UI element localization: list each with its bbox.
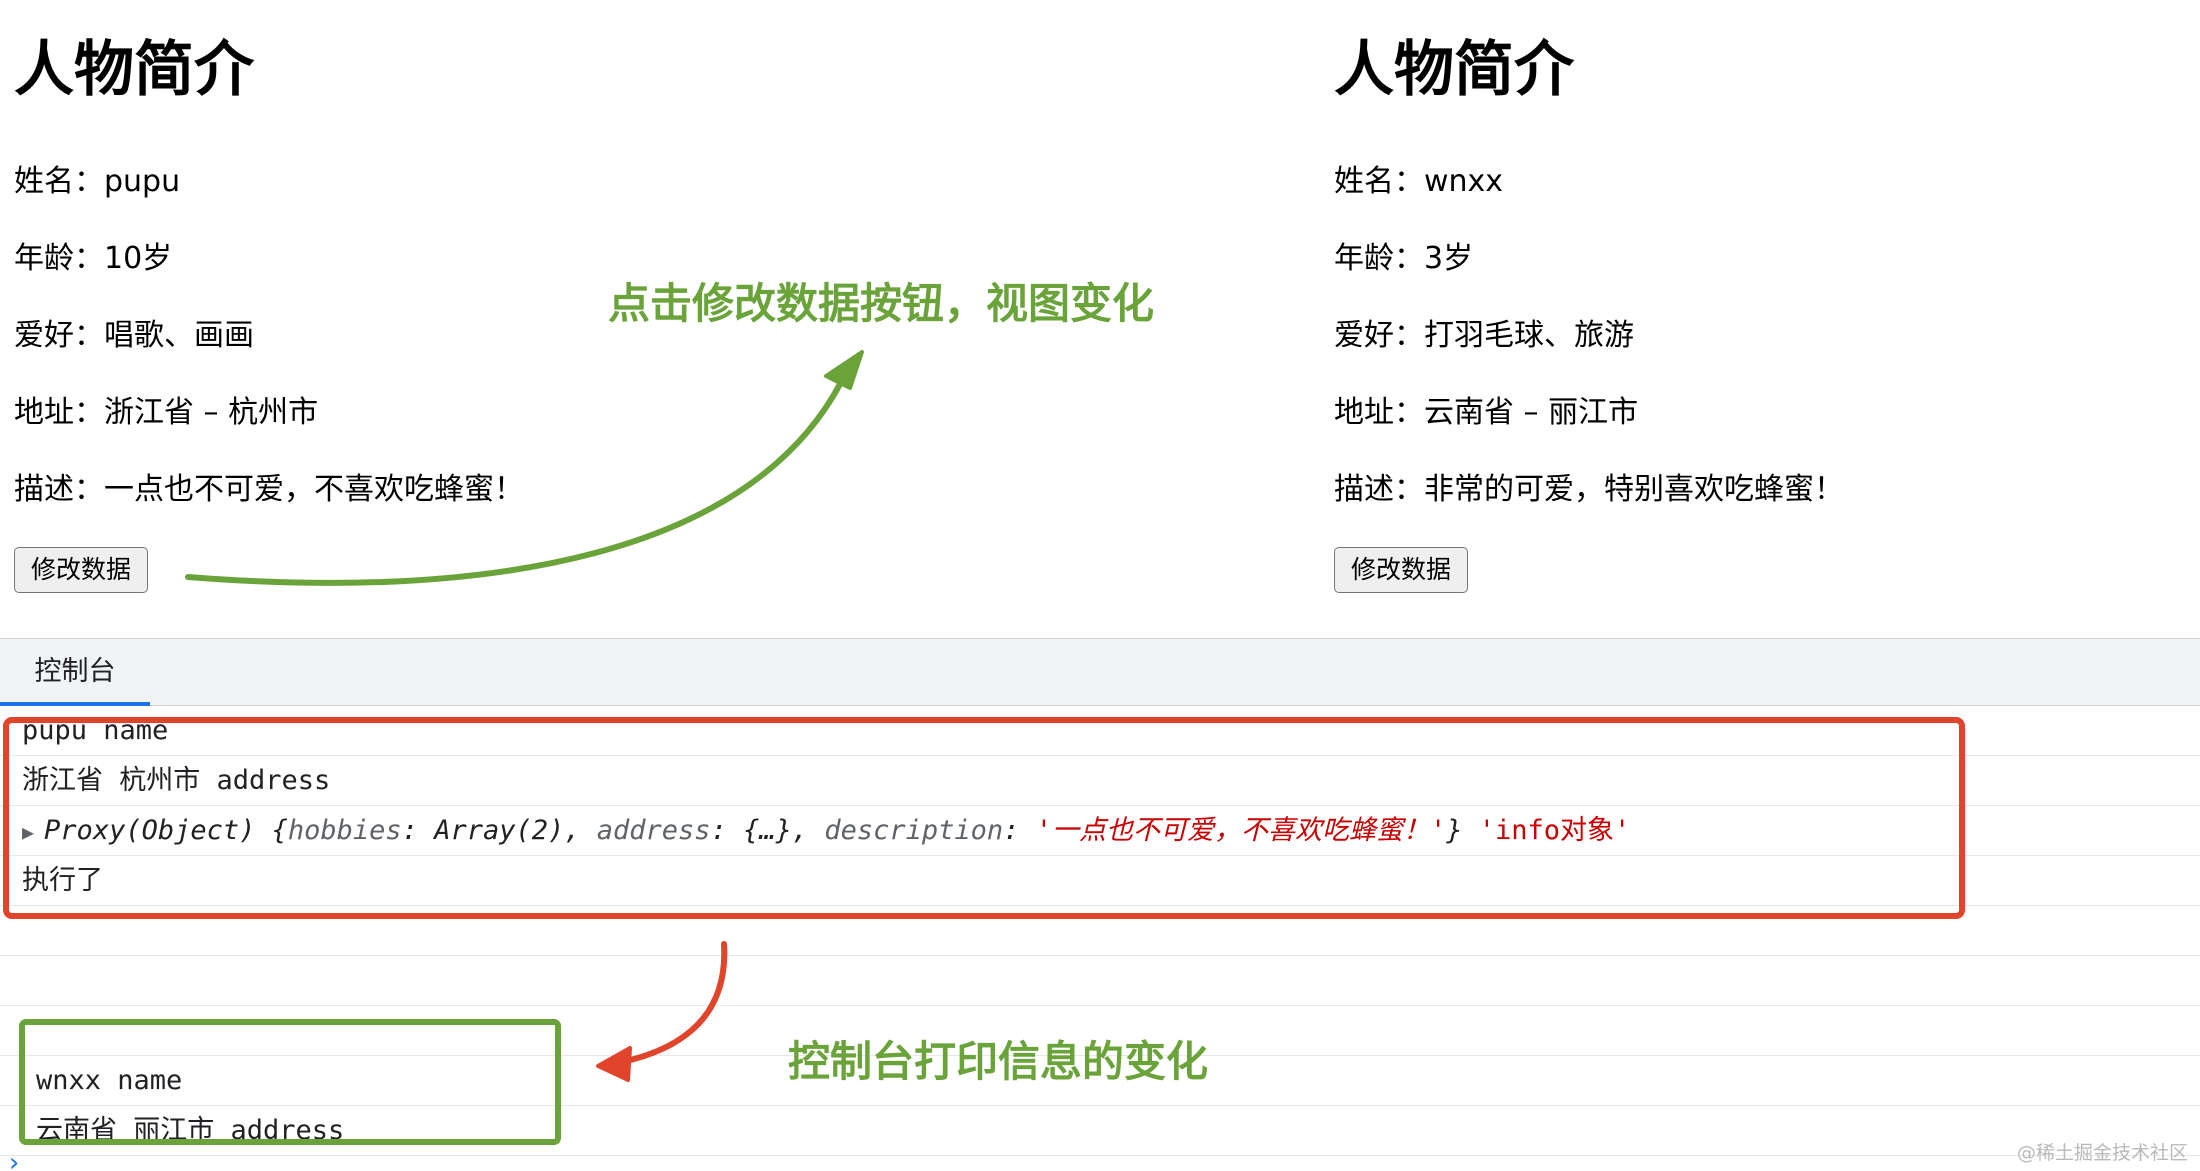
- log-text: pupu name: [22, 715, 169, 746]
- object-key-description: description: [824, 815, 1004, 846]
- left-modify-data-button[interactable]: 修改数据: [14, 547, 149, 593]
- right-name-field: 姓名：wnxx: [1334, 164, 1504, 199]
- console-log-line: pupu name: [0, 706, 2200, 756]
- object-key-address: address: [596, 815, 711, 846]
- right-profile-title: 人物简介: [1334, 35, 1574, 105]
- object-suffix: }: [1446, 815, 1479, 846]
- object-sep: :: [1003, 815, 1036, 846]
- console-empty-line: [0, 906, 2200, 956]
- right-hobbies-field: 爱好：打羽毛球、旅游: [1334, 318, 1634, 353]
- right-address-field: 地址：云南省 – 丽江市: [1334, 395, 1639, 430]
- log-tag-string: 'info对象': [1478, 815, 1631, 846]
- triangle-right-icon[interactable]: ▶: [22, 808, 34, 857]
- right-modify-data-button[interactable]: 修改数据: [1334, 547, 1469, 593]
- left-hobbies-field: 爱好：唱歌、画画: [14, 318, 254, 353]
- console-log-line: 浙江省 杭州市 address: [0, 756, 2200, 806]
- log-text: wnxx name: [36, 1065, 183, 1096]
- annotation-top-note: 点击修改数据按钮，视图变化: [608, 279, 1155, 328]
- right-description-field: 描述：非常的可爱，特别喜欢吃蜂蜜！: [1334, 472, 1844, 507]
- log-text: 执行了: [22, 865, 103, 896]
- chevron-right-icon[interactable]: ›: [6, 1148, 22, 1171]
- devtools-console: 控制台 pupu name 浙江省 杭州市 address ▶ Proxy(Obj…: [0, 638, 2200, 1171]
- tab-console-label: 控制台: [34, 656, 116, 687]
- screenshot-root: 人物简介 姓名：pupu 年龄：10岁 爱好：唱歌、画画 地址：浙江省 – 杭州…: [0, 0, 2200, 1171]
- left-description-field: 描述：一点也不可爱，不喜欢吃蜂蜜！: [14, 472, 524, 507]
- object-value-description: '一点也不可爱，不喜欢吃蜂蜜！': [1035, 815, 1447, 846]
- tab-console[interactable]: 控制台: [0, 639, 150, 706]
- left-address-field: 地址：浙江省 – 杭州市: [14, 395, 319, 430]
- watermark: @稀土掘金技术社区: [2016, 1142, 2188, 1164]
- right-profile-panel: 人物简介 姓名：wnxx 年龄：3岁 爱好：打羽毛球、旅游 地址：云南省 – 丽…: [1334, 0, 2200, 630]
- console-log-line: 执行了: [0, 856, 2200, 906]
- left-age-field: 年龄：10岁: [14, 241, 173, 276]
- console-tab-bar: 控制台: [0, 638, 2200, 706]
- log-text: 浙江省 杭州市 address: [22, 765, 331, 796]
- log-text: 云南省 丽江市 address: [36, 1115, 345, 1146]
- object-sep: : {…},: [710, 815, 825, 846]
- object-sep: : Array(2),: [401, 815, 597, 846]
- console-empty-line: [0, 956, 2200, 1006]
- left-profile-title: 人物简介: [14, 35, 254, 105]
- console-object-log-line[interactable]: ▶ Proxy(Object) {hobbies: Array(2), addre…: [0, 806, 2200, 856]
- object-prefix: Proxy(Object) {: [44, 815, 288, 846]
- annotation-bottom-note: 控制台打印信息的变化: [788, 1037, 1209, 1086]
- right-age-field: 年龄：3岁: [1334, 241, 1474, 276]
- left-name-field: 姓名：pupu: [14, 164, 181, 199]
- object-key-hobbies: hobbies: [287, 815, 402, 846]
- console-log-line: 云南省 丽江市 address: [0, 1106, 2200, 1156]
